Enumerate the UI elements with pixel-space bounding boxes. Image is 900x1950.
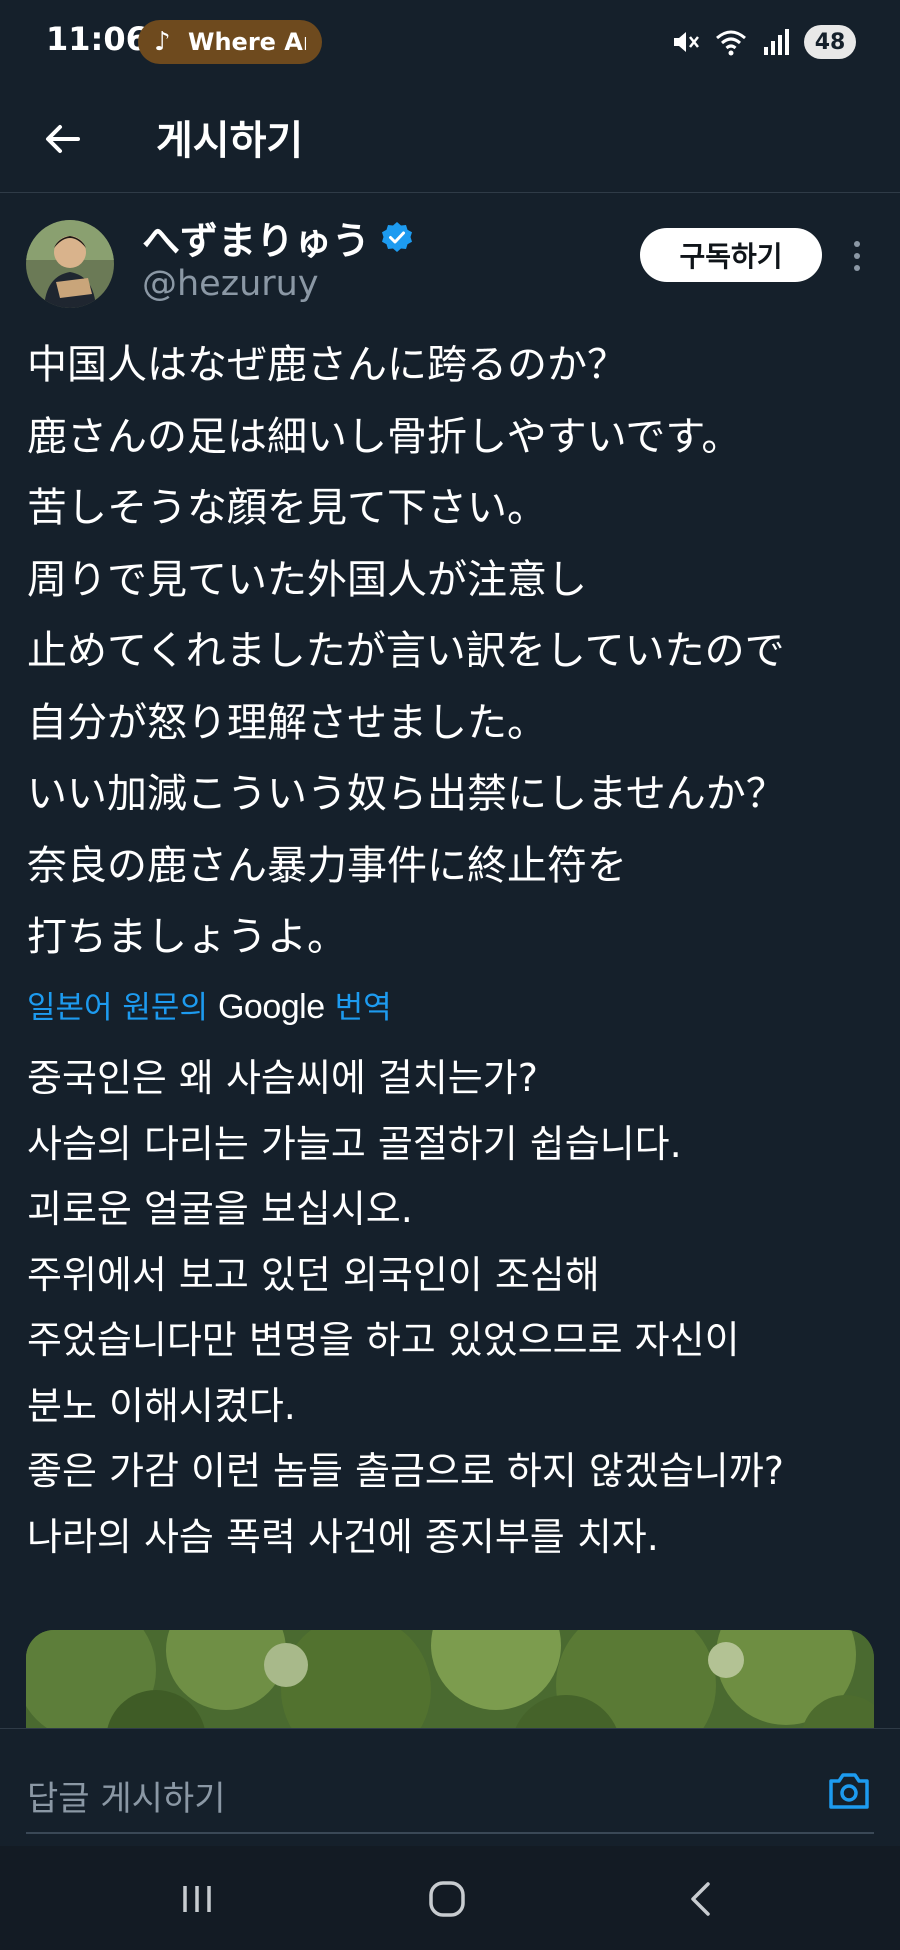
status-bar: 11:06 ♪ Where Ar 48 bbox=[0, 0, 900, 84]
post-text-line: 止めてくれましたが言い訳をしていたので bbox=[27, 628, 785, 674]
user-handle[interactable]: @hezuruy bbox=[142, 264, 319, 304]
camera-icon[interactable] bbox=[826, 1767, 872, 1813]
translated-line: 괴로운 얼굴을 보십시오. bbox=[27, 1187, 413, 1231]
google-logo: Google bbox=[217, 988, 325, 1026]
post-text: 中国人はなぜ鹿さんに跨るのか？ 鹿さんの足は細いし骨折しやすいです。 苦しそうな… bbox=[27, 330, 877, 974]
status-time: 11:06 bbox=[46, 20, 148, 58]
media-playing-pill[interactable]: ♪ Where Ar bbox=[138, 20, 322, 64]
page-title: 게시하기 bbox=[156, 118, 304, 164]
media-track-title: Where Ar bbox=[188, 28, 306, 56]
translation-attribution[interactable]: 일본어 원문의 Google 번역 bbox=[27, 982, 392, 1027]
reply-composer: 답글 게시하기 bbox=[0, 1728, 900, 1847]
avatar[interactable] bbox=[26, 220, 114, 308]
status-icons: 48 bbox=[670, 20, 856, 64]
top-app-bar: 게시하기 bbox=[0, 84, 900, 193]
post-text-line: 周りで見ていた外国人が注意し bbox=[27, 556, 587, 603]
display-name-row[interactable]: へずまりゅう bbox=[142, 212, 414, 263]
translation-suffix: 번역 bbox=[334, 990, 392, 1026]
verified-badge-icon bbox=[382, 222, 413, 252]
post-text-line: 苦しそうな顔を見て下さい。 bbox=[27, 485, 547, 531]
translation-prefix: 일본어 원문의 bbox=[27, 990, 208, 1026]
post-text-line: 中国人はなぜ鹿さんに跨るのか？ bbox=[27, 342, 627, 388]
arrow-left-icon[interactable] bbox=[38, 114, 88, 164]
reply-divider bbox=[26, 1832, 874, 1834]
music-note-icon: ♪ bbox=[154, 27, 171, 57]
translated-line: 좋은 가감 이런 놈들 출금으로 하지 않겠습니까? bbox=[27, 1449, 784, 1493]
reply-input[interactable]: 답글 게시하기 bbox=[27, 1771, 226, 1820]
post-text-line: いい加減こういう奴ら出禁にしませんか？ bbox=[27, 771, 786, 817]
post-text-line: 自分が怒り理解させました。 bbox=[27, 699, 547, 746]
post-text-line: 打ちましょうよ。 bbox=[27, 914, 347, 960]
translated-line: 주위에서 보고 있던 외국인이 조심해 bbox=[27, 1252, 600, 1297]
translated-line: 분노 이해시켰다. bbox=[27, 1383, 296, 1428]
system-nav-bar bbox=[0, 1846, 900, 1950]
translated-line: 주었습니다만 변명을 하고 있었으므로 자신이 bbox=[27, 1318, 740, 1362]
translated-line: 중국인은 왜 사슴씨에 걸치는가? bbox=[27, 1056, 538, 1100]
wifi-icon bbox=[716, 30, 746, 56]
system-back-icon[interactable] bbox=[676, 1874, 726, 1924]
post-text-line: 奈良の鹿さん暴力事件に終止符を bbox=[27, 842, 627, 889]
display-name: へずまりゅう bbox=[142, 218, 371, 263]
recent-apps-icon[interactable] bbox=[172, 1874, 222, 1924]
translated-line: 사슴의 다리는 가늘고 골절하기 쉽습니다. bbox=[27, 1121, 682, 1166]
battery-indicator: 48 bbox=[804, 25, 856, 59]
subscribe-button[interactable]: 구독하기 bbox=[640, 228, 822, 282]
home-icon[interactable] bbox=[422, 1874, 472, 1924]
mute-icon bbox=[674, 32, 699, 52]
more-options-icon[interactable] bbox=[842, 236, 872, 276]
signal-icon bbox=[764, 29, 789, 55]
translated-text: 중국인은 왜 사슴씨에 걸치는가? 사슴의 다리는 가늘고 골절하기 쉽습니다.… bbox=[27, 1046, 887, 1570]
post-text-line: 鹿さんの足は細いし骨折しやすいです。 bbox=[27, 413, 742, 460]
translated-line: 나라의 사슴 폭력 사건에 종지부를 치자. bbox=[27, 1514, 659, 1559]
